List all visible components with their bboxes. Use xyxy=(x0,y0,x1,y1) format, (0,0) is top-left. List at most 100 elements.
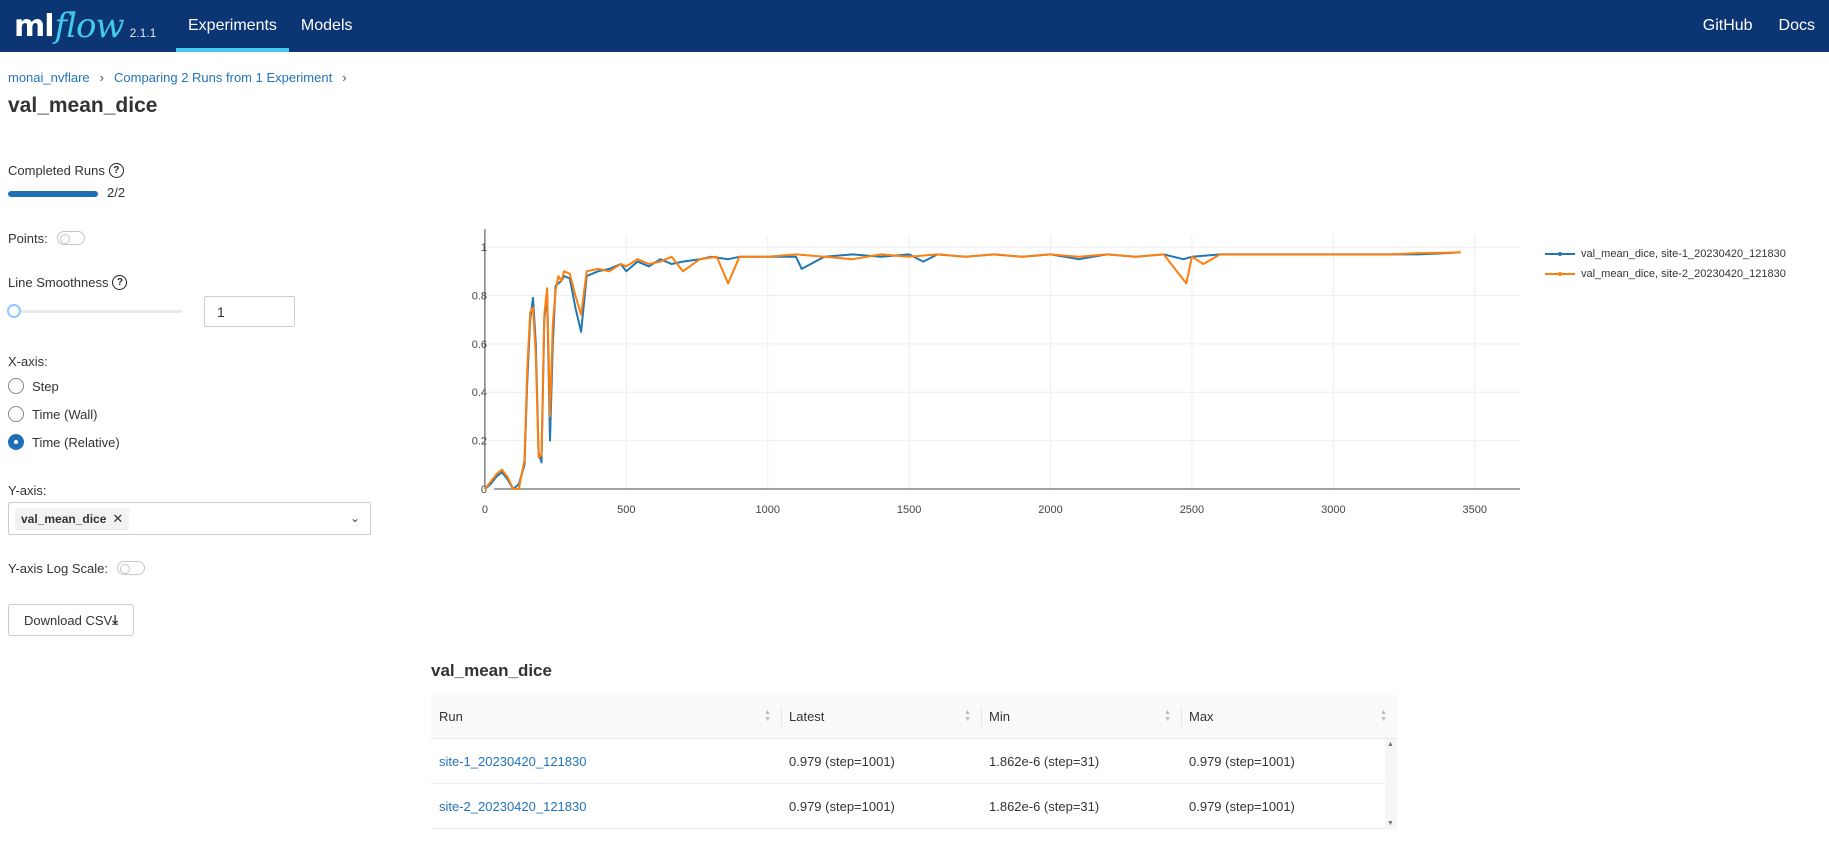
breadcrumb-separator: › xyxy=(342,70,347,85)
log-scale-label: Y-axis Log Scale: xyxy=(8,561,108,576)
top-nav-bar: ml flow 2.1.1 Experiments Models GitHub Do… xyxy=(0,0,1829,52)
points-label: Points: xyxy=(8,231,48,246)
smoothness-label: Line Smoothness xyxy=(8,275,109,290)
completed-runs-count: 2/2 xyxy=(107,185,126,200)
x-tick-label: 500 xyxy=(617,504,635,516)
table-scrollbar[interactable]: ▲ ▼ xyxy=(1385,739,1397,829)
main-nav: Experiments Models xyxy=(176,0,365,52)
column-header-run[interactable]: Run ▲ ▼ xyxy=(431,695,781,738)
xaxis-option-label: Time (Relative) xyxy=(32,434,120,450)
legend-item-site-1[interactable]: val_mean_dice, site-1_20230420_121830 xyxy=(1545,244,1786,264)
sort-icon[interactable]: ▲ ▼ xyxy=(1380,709,1387,723)
y-tick-label: 0 xyxy=(481,484,487,496)
x-tick-label: 3500 xyxy=(1463,504,1487,516)
radio-button[interactable] xyxy=(8,406,24,422)
xaxis-option-label: Time (Wall) xyxy=(32,406,98,422)
legend-item-site-2[interactable]: val_mean_dice, site-2_20230420_121830 xyxy=(1545,264,1786,284)
y-tick-label: 1 xyxy=(481,242,487,254)
table-header: Run ▲ ▼ Latest ▲ ▼ Min ▲ ▼ Max ▲ ▼ xyxy=(431,695,1397,739)
sort-up-icon: ▲ xyxy=(764,709,771,716)
smoothness-input[interactable] xyxy=(204,296,295,327)
cell-run: site-2_20230420_121830 xyxy=(431,784,781,828)
smoothness-slider-handle[interactable] xyxy=(7,304,21,318)
cell-max: 0.979 (step=1001) xyxy=(1189,753,1295,769)
breadcrumb-experiment-link[interactable]: monai_nvflare xyxy=(8,70,90,85)
help-icon[interactable]: ? xyxy=(108,163,124,178)
completed-runs-label-row: Completed Runs ? xyxy=(8,163,124,178)
sort-icon[interactable]: ▲ ▼ xyxy=(1164,709,1171,723)
column-header-label: Latest xyxy=(789,709,825,724)
metric-table-title: val_mean_dice xyxy=(431,661,552,680)
remove-tag-icon[interactable]: ✕ xyxy=(112,511,123,527)
points-toggle[interactable] xyxy=(57,231,85,245)
yaxis-label: Y-axis: xyxy=(8,483,47,498)
nav-github-link[interactable]: GitHub xyxy=(1703,17,1753,35)
sort-up-icon: ▲ xyxy=(964,709,971,716)
radio-button[interactable] xyxy=(8,378,24,394)
column-header-max[interactable]: Max ▲ ▼ xyxy=(1181,695,1397,738)
cell-min: 1.862e-6 (step=31) xyxy=(989,798,1100,814)
sort-up-icon: ▲ xyxy=(1380,709,1387,716)
nav-experiments[interactable]: Experiments xyxy=(176,0,289,52)
xaxis-option-time-relative[interactable]: Time (Relative) xyxy=(8,434,120,450)
breadcrumb-separator: › xyxy=(99,70,104,85)
table-row: site-1_20230420_121830 0.979 (step=1001)… xyxy=(431,739,1397,784)
logo-ml: ml xyxy=(14,8,55,44)
cell-run: site-1_20230420_121830 xyxy=(431,739,781,783)
scroll-up-icon[interactable]: ▲ xyxy=(1387,741,1394,748)
version-label: 2.1.1 xyxy=(129,26,157,40)
series-line-1 xyxy=(484,251,1461,490)
chevron-down-icon[interactable]: ⌄ xyxy=(350,511,360,525)
column-header-min[interactable]: Min ▲ ▼ xyxy=(981,695,1181,738)
smoothness-label-row: Line Smoothness ? xyxy=(8,275,128,290)
x-tick-label: 1500 xyxy=(897,504,921,516)
x-tick-label: 2500 xyxy=(1180,504,1204,516)
sort-down-icon: ▼ xyxy=(764,716,771,723)
metric-summary-table: Run ▲ ▼ Latest ▲ ▼ Min ▲ ▼ Max ▲ ▼ site-1_20… xyxy=(431,695,1397,829)
sort-down-icon: ▼ xyxy=(1164,716,1171,723)
sort-icon[interactable]: ▲ ▼ xyxy=(764,709,771,723)
sort-down-icon: ▼ xyxy=(1380,716,1387,723)
yaxis-metric-tag: val_mean_dice ✕ xyxy=(15,508,130,530)
nav-right-links: GitHub Docs xyxy=(1703,0,1815,52)
xaxis-option-time-wall[interactable]: Time (Wall) xyxy=(8,406,97,422)
nav-docs-link[interactable]: Docs xyxy=(1779,17,1815,35)
sort-up-icon: ▲ xyxy=(1164,709,1171,716)
run-link[interactable]: site-1_20230420_121830 xyxy=(439,754,586,769)
column-header-label: Min xyxy=(989,709,1010,724)
x-tick-label: 0 xyxy=(482,504,488,516)
page-title: val_mean_dice xyxy=(8,94,158,117)
sort-down-icon: ▼ xyxy=(964,716,971,723)
legend-swatch-icon xyxy=(1545,252,1575,256)
scroll-down-icon[interactable]: ▼ xyxy=(1387,820,1394,827)
smoothness-slider-track[interactable] xyxy=(14,310,182,313)
run-link[interactable]: site-2_20230420_121830 xyxy=(439,799,586,814)
legend-swatch-icon xyxy=(1545,272,1575,276)
completed-runs-progress-bar xyxy=(8,191,98,197)
nav-models[interactable]: Models xyxy=(289,0,365,52)
xaxis-label: X-axis: xyxy=(8,354,48,369)
xaxis-option-label: Step xyxy=(32,378,59,394)
cell-min: 1.862e-6 (step=31) xyxy=(989,753,1100,769)
download-csv-label: Download CSV xyxy=(24,612,113,628)
x-tick-label: 2000 xyxy=(1038,504,1062,516)
radio-button-selected[interactable] xyxy=(8,434,24,450)
help-icon[interactable]: ? xyxy=(112,275,128,290)
cell-latest: 0.979 (step=1001) xyxy=(789,798,895,814)
download-csv-button[interactable]: Download CSV ⤓ xyxy=(8,604,134,636)
legend-label: val_mean_dice, site-2_20230420_121830 xyxy=(1581,268,1786,280)
log-scale-toggle[interactable] xyxy=(117,561,145,575)
yaxis-select[interactable]: val_mean_dice ✕ ⌄ xyxy=(8,502,371,535)
chart-legend: val_mean_dice, site-1_20230420_121830 va… xyxy=(1545,244,1786,284)
mlflow-logo[interactable]: ml flow 2.1.1 xyxy=(14,2,156,50)
column-header-latest[interactable]: Latest ▲ ▼ xyxy=(781,695,981,738)
xaxis-option-step[interactable]: Step xyxy=(8,378,59,394)
yaxis-metric-name: val_mean_dice xyxy=(21,512,107,526)
download-icon: ⤓ xyxy=(112,612,118,627)
x-tick-label: 3000 xyxy=(1321,504,1345,516)
metric-line-chart[interactable]: 00.20.40.60.810 500 1000 1500 2000 2500 3000 35… xyxy=(420,225,1525,535)
sort-icon[interactable]: ▲ ▼ xyxy=(964,709,971,723)
cell-latest: 0.979 (step=1001) xyxy=(789,753,895,769)
breadcrumb: monai_nvflare › Comparing 2 Runs from 1 … xyxy=(8,70,357,85)
breadcrumb-compare-link[interactable]: Comparing 2 Runs from 1 Experiment xyxy=(114,70,332,85)
